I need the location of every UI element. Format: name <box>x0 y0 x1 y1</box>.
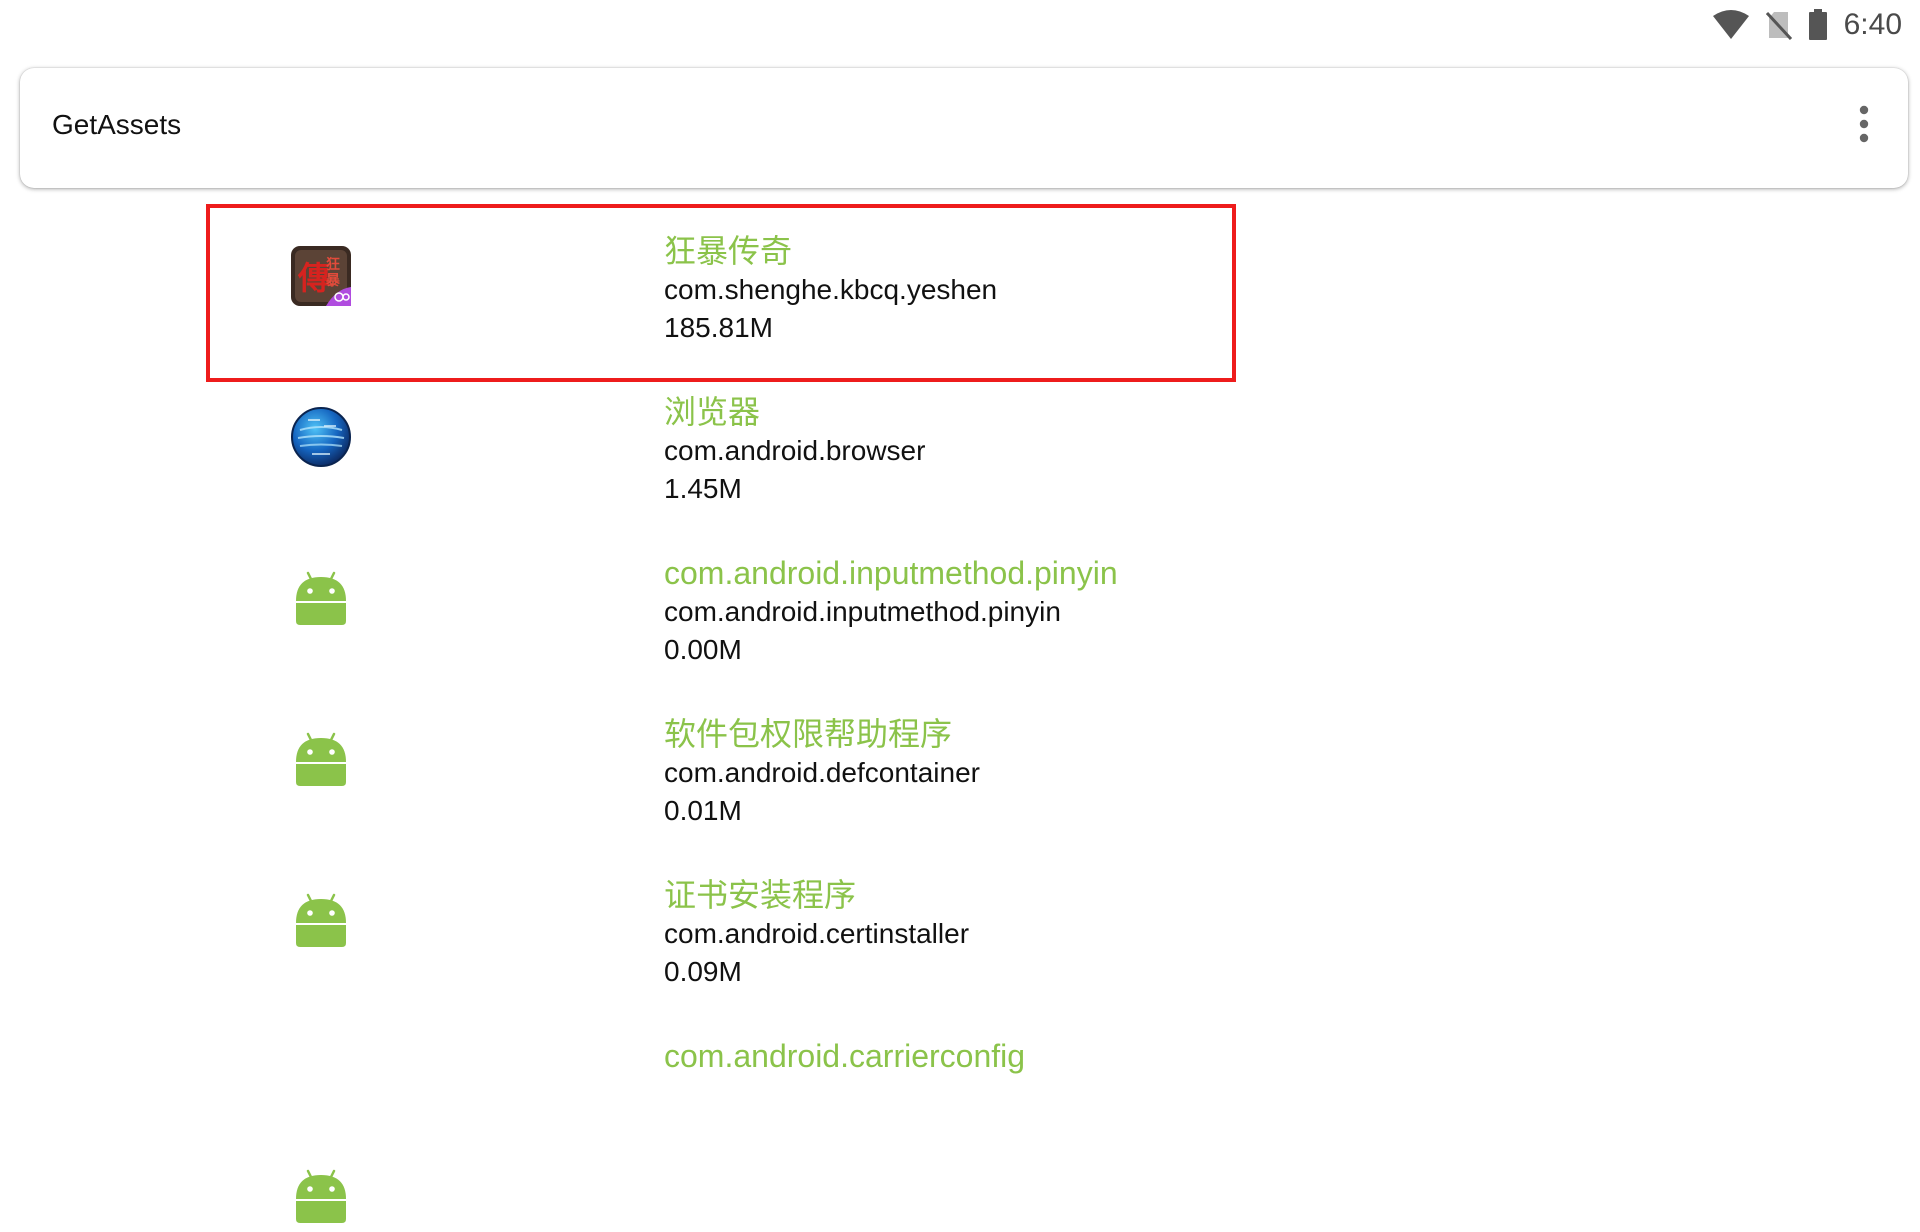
list-item[interactable]: 证书安装程序 com.android.certinstaller 0.09M <box>0 839 1920 1000</box>
app-size: 0.09M <box>664 956 742 987</box>
game-icon: 傳 狂 暴 <box>290 245 352 307</box>
svg-text:暴: 暴 <box>325 273 341 289</box>
app-package: com.android.browser <box>664 435 926 466</box>
wifi-icon <box>1712 10 1750 40</box>
list-item[interactable]: com.android.carrierconfig <box>0 1000 1920 1223</box>
no-sim-icon <box>1765 10 1792 40</box>
app-size: 0.00M <box>664 634 742 665</box>
overflow-menu-button[interactable] <box>1844 98 1884 154</box>
app-label: 狂暴传奇 <box>664 233 793 269</box>
status-clock: 6:40 <box>1843 8 1902 41</box>
app-list: 傳 狂 暴 狂暴传奇 com.shenghe.kbcq.yeshen 185.8… <box>0 195 1920 1223</box>
list-item[interactable]: com.android.inputmethod.pinyin com.andro… <box>0 517 1920 678</box>
app-text: com.android.inputmethod.pinyin com.andro… <box>664 553 1118 669</box>
list-item[interactable]: 浏览器 com.android.browser 1.45M <box>0 356 1920 517</box>
app-text: 狂暴传奇 com.shenghe.kbcq.yeshen 185.81M <box>664 231 997 347</box>
android-icon <box>290 728 352 790</box>
app-label: com.android.carrierconfig <box>664 1038 1026 1074</box>
list-item[interactable]: 傳 狂 暴 狂暴传奇 com.shenghe.kbcq.yeshen 185.8… <box>0 195 1920 356</box>
app-size: 185.81M <box>664 312 773 343</box>
svg-text:狂: 狂 <box>326 256 340 273</box>
globe-icon <box>290 406 352 468</box>
app-label: 证书安装程序 <box>664 877 857 913</box>
app-size: 0.01M <box>664 795 742 826</box>
android-icon <box>290 567 352 629</box>
app-label: 浏览器 <box>664 394 761 430</box>
battery-icon <box>1808 9 1828 41</box>
app-text: 软件包权限帮助程序 com.android.defcontainer 0.01M <box>664 714 980 830</box>
app-package: com.android.inputmethod.pinyin <box>664 596 1061 627</box>
status-icons: 6:40 <box>1712 6 1902 44</box>
status-bar: 6:40 <box>0 0 1920 50</box>
android-icon <box>290 1165 352 1227</box>
more-vert-icon <box>1858 104 1870 149</box>
android-icon <box>290 889 352 951</box>
app-package: com.shenghe.kbcq.yeshen <box>664 274 998 305</box>
app-text: 证书安装程序 com.android.certinstaller 0.09M <box>664 875 969 991</box>
app-title: GetAssets <box>52 109 182 140</box>
app-text: 浏览器 com.android.browser 1.45M <box>664 392 925 508</box>
app-size: 1.45M <box>664 473 742 504</box>
app-label: com.android.inputmethod.pinyin <box>664 555 1118 591</box>
app-bar: GetAssets <box>20 68 1908 188</box>
app-package: com.android.defcontainer <box>664 757 980 788</box>
list-item[interactable]: 软件包权限帮助程序 com.android.defcontainer 0.01M <box>0 678 1920 839</box>
app-text: com.android.carrierconfig <box>664 1036 1025 1076</box>
app-package: com.android.certinstaller <box>664 918 970 949</box>
app-label: 软件包权限帮助程序 <box>664 716 953 752</box>
